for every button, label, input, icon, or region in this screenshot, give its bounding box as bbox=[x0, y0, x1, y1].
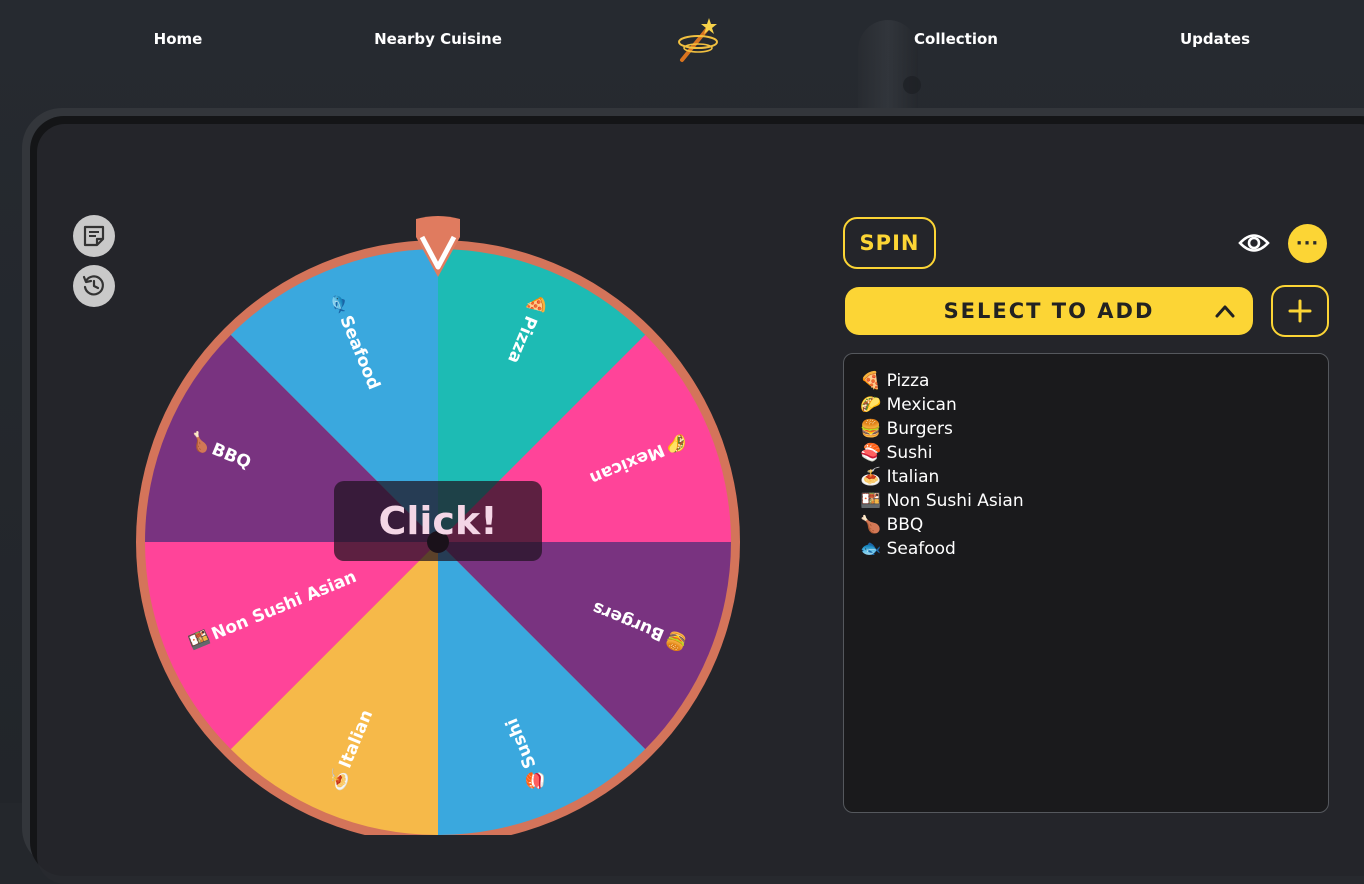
entries-textarea[interactable] bbox=[860, 369, 1320, 799]
top-nav: Home Nearby Cuisine Collection Updates bbox=[0, 0, 1364, 80]
history-icon bbox=[82, 275, 104, 296]
add-item-button[interactable] bbox=[1271, 285, 1329, 337]
nav-updates[interactable]: Updates bbox=[1180, 30, 1250, 48]
eye-icon[interactable] bbox=[1238, 228, 1270, 258]
chevron-up-icon[interactable] bbox=[1213, 302, 1237, 320]
nav-nearby-cuisine[interactable]: Nearby Cuisine bbox=[374, 30, 502, 48]
notes-button[interactable] bbox=[73, 215, 115, 257]
select-to-add-dropdown[interactable]: SELECT TO ADD bbox=[845, 287, 1253, 335]
nav-home[interactable]: Home bbox=[154, 30, 203, 48]
wheel-click-button[interactable]: Click! bbox=[334, 481, 542, 561]
spin-button[interactable]: SPIN bbox=[843, 217, 936, 269]
magic-wand-logo-icon[interactable] bbox=[676, 14, 720, 66]
notes-icon bbox=[83, 225, 105, 247]
plus-icon bbox=[1288, 299, 1312, 323]
history-button[interactable] bbox=[73, 265, 115, 307]
nav-collection[interactable]: Collection bbox=[914, 30, 998, 48]
more-options-button[interactable]: ··· bbox=[1288, 224, 1327, 263]
